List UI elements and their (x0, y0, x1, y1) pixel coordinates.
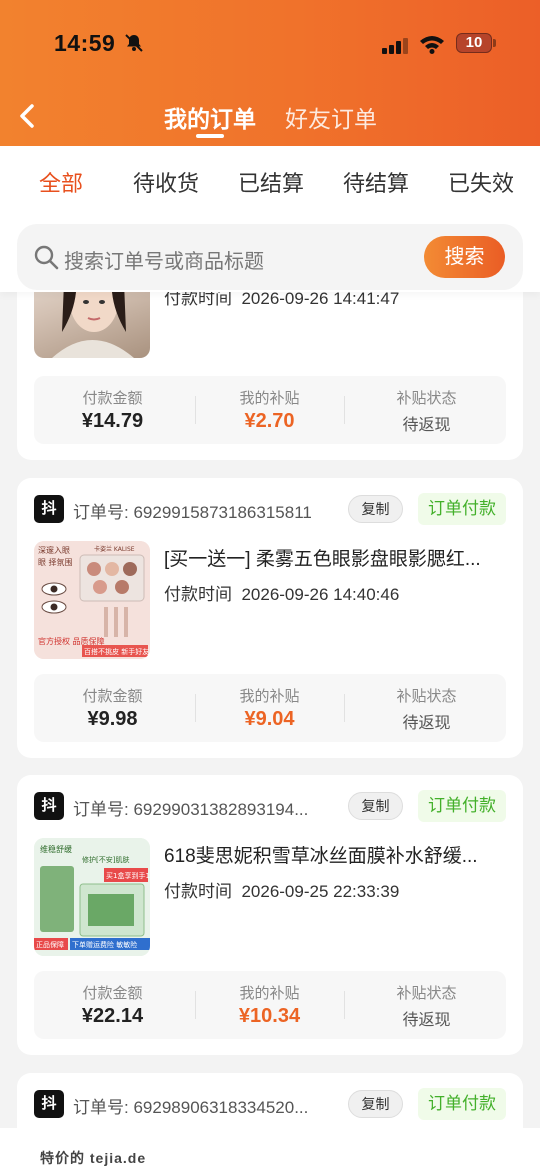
douyin-platform-icon: 抖 (34, 792, 64, 820)
product-title[interactable]: [买一送一] 柔雾五色眼影盘眼影腮红... (164, 544, 504, 571)
app-header: 14:59 10 我的订单 好友订单 (0, 0, 540, 146)
back-button[interactable] (16, 102, 40, 130)
order-card-header: 抖 订单号: 6929915873186315811 复制 订单付款 (17, 478, 523, 542)
subsidy-label: 我的补贴 (239, 985, 300, 1002)
subsidy-label: 我的补贴 (239, 688, 300, 705)
filter-tab-pending-settlement[interactable]: 待结算 (343, 166, 409, 198)
svg-text:深邃入眼: 深邃入眼 (38, 545, 70, 555)
order-stats: 付款金额 ¥22.14 我的补贴 ¥10.34 补贴状态待返现 (34, 971, 506, 1039)
search-placeholder: 搜索订单号或商品标题 (64, 251, 264, 273)
paid-time: 付款时间 2026-09-25 22:33:39 (164, 882, 400, 901)
order-status-badge: 订单付款 (418, 493, 506, 525)
subsidy-status-value: 待返现 (402, 417, 451, 434)
subsidy-status-label: 补贴状态 (396, 390, 457, 407)
subsidy-value: ¥10.34 (238, 1005, 301, 1027)
svg-text:维稳舒缓: 维稳舒缓 (40, 844, 72, 854)
search-input[interactable]: 搜索订单号或商品标题 搜索 (17, 224, 523, 290)
order-stats: 付款金额 ¥14.79 我的补贴 ¥2.70 补贴状态待返现 (34, 376, 506, 444)
amount-label: 付款金额 (82, 985, 143, 1002)
filter-tab-settled[interactable]: 已结算 (238, 166, 304, 198)
svg-text:官方授权 品质保障: 官方授权 品质保障 (38, 636, 105, 646)
amount-label: 付款金额 (82, 390, 143, 407)
paid-time: 付款时间 2026-09-26 14:40:46 (164, 585, 400, 604)
order-card[interactable]: 抖 订单号: 69299031382893194... 复制 订单付款 买1盒享… (17, 775, 523, 1055)
order-stats: 付款金额 ¥9.98 我的补贴 ¥9.04 补贴状态待返现 (34, 674, 506, 742)
order-filter-tabs: 全部 待收货 已结算 待结算 已失效 (0, 146, 540, 216)
active-tab-indicator (196, 134, 224, 138)
order-number: 订单号: 6929915873186315811 (73, 503, 312, 522)
search-bar-container: 搜索订单号或商品标题 搜索 (0, 216, 540, 292)
subsidy-status-value: 待返现 (402, 1012, 451, 1029)
search-button[interactable]: 搜索 (424, 236, 505, 278)
battery-icon: 10 (456, 33, 496, 53)
search-icon (33, 244, 59, 275)
order-number: 订单号: 69299031382893194... (73, 800, 309, 819)
svg-text:修护[不安]肌肤: 修护[不安]肌肤 (82, 855, 129, 864)
watermark-bar: 特价的 tejia.de (0, 1128, 540, 1174)
amount-value: ¥9.98 (87, 708, 138, 730)
product-thumbnail: 买1盒享到手11片 维稳舒缓 修护[不安]肌肤 正品保障 下单赠运费险 敏敏险 (34, 838, 150, 956)
subsidy-status-label: 补贴状态 (396, 688, 457, 705)
amount-label: 付款金额 (82, 688, 143, 705)
douyin-platform-icon: 抖 (34, 1090, 64, 1118)
tab-my-orders[interactable]: 我的订单 (164, 100, 256, 134)
wifi-icon (419, 34, 445, 59)
svg-text:眼 择氛围: 眼 择氛围 (38, 557, 73, 567)
subsidy-status-label: 补贴状态 (396, 985, 457, 1002)
order-card[interactable]: 抖 订单号: 6929915873186315811 复制 订单付款 官方授权 … (17, 478, 523, 758)
amount-value: ¥14.79 (81, 410, 144, 432)
filter-tab-invalid[interactable]: 已失效 (448, 166, 514, 198)
amount-value: ¥22.14 (81, 1005, 144, 1027)
order-card-header: 抖 订单号: 69299031382893194... 复制 订单付款 (17, 775, 523, 839)
tab-friend-orders[interactable]: 好友订单 (285, 100, 377, 134)
bell-muted-icon (124, 33, 144, 58)
copy-button[interactable]: 复制 (348, 792, 403, 820)
copy-button[interactable]: 复制 (348, 1090, 403, 1118)
order-status-badge: 订单付款 (418, 790, 506, 822)
svg-text:正品保障: 正品保障 (36, 940, 64, 949)
subsidy-value: ¥9.04 (244, 708, 295, 730)
svg-text:卡姿兰 KALISE: 卡姿兰 KALISE (94, 545, 135, 553)
cellular-signal-icon (382, 38, 410, 59)
douyin-platform-icon: 抖 (34, 495, 64, 523)
filter-tab-all[interactable]: 全部 (39, 166, 83, 198)
filter-tab-to-receive[interactable]: 待收货 (133, 166, 199, 198)
order-status-badge: 订单付款 (418, 1088, 506, 1120)
copy-button[interactable]: 复制 (348, 495, 403, 523)
svg-text:下单赠运费险 敏敏险: 下单赠运费险 敏敏险 (72, 940, 137, 949)
subsidy-label: 我的补贴 (239, 390, 300, 407)
status-time: 14:59 (54, 30, 116, 56)
subsidy-status-value: 待返现 (402, 715, 451, 732)
chevron-left-icon (20, 104, 34, 128)
battery-level: 10 (465, 34, 483, 51)
order-number: 订单号: 69298906318334520... (73, 1098, 309, 1117)
svg-text:百搭不挑皮 新手好友盘: 百搭不挑皮 新手好友盘 (84, 647, 150, 656)
status-bar: 14:59 10 (0, 30, 540, 60)
subsidy-value: ¥2.70 (244, 410, 295, 432)
svg-text:买1盒享到手11片: 买1盒享到手11片 (106, 871, 150, 880)
product-thumbnail: 官方授权 品质保障 百搭不挑皮 新手好友盘 深邃入眼 眼 择氛围 卡姿兰 KAL… (34, 541, 150, 659)
product-title[interactable]: 618斐思妮积雪草冰丝面膜补水舒缓... (164, 841, 504, 868)
watermark-text: 特价的 tejia.de (40, 1150, 147, 1166)
